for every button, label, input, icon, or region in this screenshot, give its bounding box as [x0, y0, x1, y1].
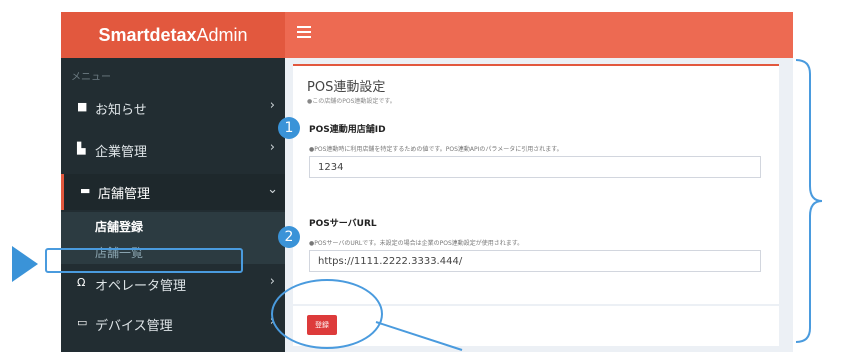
brand-logo[interactable]: SmartdetaxAdmin	[61, 12, 285, 58]
pointer-line-icon	[375, 321, 463, 351]
sidebar-subitem-store-register[interactable]: 店舗登録	[61, 212, 285, 238]
pointer-arrow-icon	[12, 246, 38, 282]
pos-settings-panel: POS連動設定 ●この店舗のPOS連動設定です。 POS連動用店舗ID ●POS…	[293, 64, 779, 304]
device-icon: ▭	[77, 316, 88, 329]
sidebar-item-store[interactable]: ▬ 店舗管理 ⌄	[61, 174, 288, 210]
panel-title: POS連動設定	[307, 80, 386, 95]
highlight-register-button	[271, 279, 383, 349]
pos-server-url-label: POSサーバURL	[309, 219, 377, 229]
sidebar-subitem-label: 店舗登録	[95, 220, 144, 234]
step-badge-2: 2	[278, 226, 300, 248]
building-icon: ▙	[77, 142, 86, 155]
pos-server-url-help: ●POSサーバのURLです。未設定の場合は企業のPOS連動設定が使用されます。	[309, 240, 524, 247]
brand-name-bold: Smartdetax	[98, 25, 197, 45]
sidebar-item-label: お知らせ	[95, 103, 147, 118]
sidebar-item-label: デバイス管理	[95, 319, 173, 334]
brand-name-light: Admin	[196, 25, 248, 45]
headset-icon: Ω	[77, 276, 86, 289]
app-screenshot: SmartdetaxAdmin メニュー ■ お知らせ › ▙ 企業管理 › ▬…	[61, 12, 793, 352]
top-navbar	[285, 12, 793, 58]
store-icon: ▬	[80, 184, 91, 197]
sidebar-item-news[interactable]: ■ お知らせ ›	[61, 90, 285, 126]
pos-store-id-help: ●POS連動時に利用店舗を特定するための値です。POS連動APIのパラメータに引…	[309, 146, 563, 153]
chevron-right-icon: ›	[269, 98, 275, 113]
highlight-store-register	[45, 248, 243, 273]
pos-server-url-input[interactable]: https://1111.2222.3333.444/	[309, 250, 761, 272]
chevron-right-icon: ›	[269, 274, 275, 289]
pos-store-id-label: POS連動用店舗ID	[309, 125, 386, 135]
sidebar-item-label: オペレータ管理	[95, 279, 187, 294]
chat-bubble-icon: ■	[77, 100, 88, 113]
sidebar-item-company[interactable]: ▙ 企業管理 ›	[61, 132, 285, 168]
panel-description: ●この店舗のPOS連動設定です。	[307, 98, 396, 105]
sidebar-item-label: 企業管理	[95, 145, 148, 160]
sidebar-item-label: 店舗管理	[98, 187, 151, 202]
step-badge-1: 1	[278, 117, 300, 139]
sidebar: メニュー ■ お知らせ › ▙ 企業管理 › ▬ 店舗管理 ⌄ 店舗登録 店舗一…	[61, 58, 288, 352]
chevron-right-icon: ›	[269, 140, 275, 155]
hamburger-menu-icon[interactable]	[297, 26, 311, 38]
sidebar-item-device[interactable]: ▭ デバイス管理 ›	[61, 306, 285, 342]
sidebar-menu-header: メニュー	[71, 72, 111, 83]
pos-store-id-input[interactable]: 1234	[309, 156, 761, 178]
chevron-down-icon: ⌄	[267, 182, 278, 197]
right-bracket-icon	[795, 59, 823, 343]
